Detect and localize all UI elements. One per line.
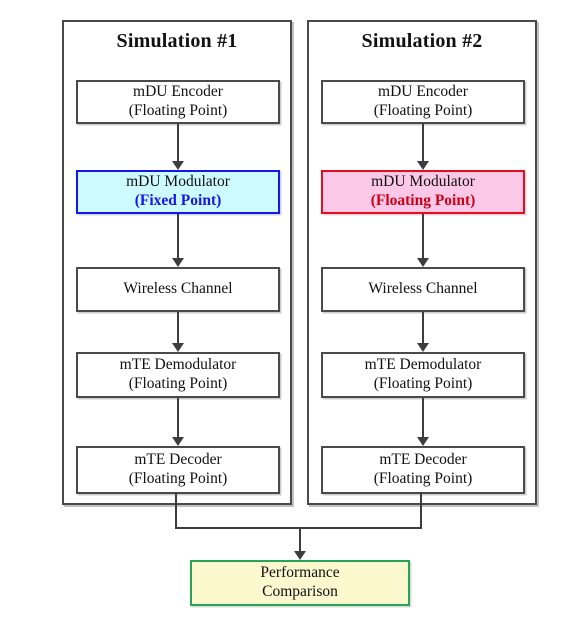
simulation-1-arrowhead-channel-to-demodulator xyxy=(172,343,184,352)
simulation-2-modulator-box: mDU Modulator (Floating Point) xyxy=(321,170,525,214)
simulation-1-encoder-label-line2: (Floating Point) xyxy=(128,102,228,119)
simulation-2-encoder-label-line1: mDU Encoder xyxy=(378,83,468,101)
simulation-1-demodulator-label-line1: mTE Demodulator xyxy=(119,356,237,374)
simulation-1-connector-channel-to-demodulator xyxy=(177,312,179,343)
simulation-1-channel-box: Wireless Channel xyxy=(76,267,280,312)
simulation-1-title: Simulation #1 xyxy=(116,30,238,52)
performance-comparison-label-line2: Comparison xyxy=(262,583,338,600)
simulation-1-demodulator-label-line2: (Floating Point) xyxy=(128,375,228,392)
simulation-2-demodulator-box: mTE Demodulator (Floating Point) xyxy=(321,352,525,398)
simulation-1-connector-demodulator-to-decoder xyxy=(177,398,179,437)
simulation-2-arrowhead-demodulator-to-decoder xyxy=(417,437,429,446)
simulation-2-decoder-label-line2: (Floating Point) xyxy=(373,470,473,487)
simulation-1-arrowhead-demodulator-to-decoder xyxy=(172,437,184,446)
simulation-1-decoder-label-line1: mTE Decoder xyxy=(134,451,222,469)
simulation-1-encoder-label-line1: mDU Encoder xyxy=(133,83,223,101)
performance-comparison-box: Performance Comparison xyxy=(190,560,410,606)
performance-comparison-label-line1: Performance xyxy=(260,564,340,582)
simulation-1-connector-modulator-to-channel xyxy=(177,214,179,258)
merge-arrowhead-to-performance xyxy=(294,551,306,560)
simulation-1-panel: Simulation #1 mDU Encoder (Floating Poin… xyxy=(62,20,292,505)
simulation-2-demodulator-label-line2: (Floating Point) xyxy=(373,375,473,392)
simulation-2-modulator-label-line2: (Floating Point) xyxy=(370,192,476,209)
simulation-1-decoder-box: mTE Decoder (Floating Point) xyxy=(76,446,280,494)
simulation-1-connector-encoder-to-modulator xyxy=(177,124,179,161)
merge-connector-center-drop xyxy=(299,527,301,551)
simulation-1-decoder-label-line2: (Floating Point) xyxy=(128,470,228,487)
simulation-1-arrowhead-encoder-to-modulator xyxy=(172,161,184,170)
simulation-2-decoder-label-line1: mTE Decoder xyxy=(379,451,467,469)
simulation-2-panel: Simulation #2 mDU Encoder (Floating Poin… xyxy=(307,20,537,505)
simulation-1-demodulator-box: mTE Demodulator (Floating Point) xyxy=(76,352,280,398)
simulation-1-modulator-label-line2: (Fixed Point) xyxy=(134,192,222,209)
simulation-2-decoder-box: mTE Decoder (Floating Point) xyxy=(321,446,525,494)
simulation-2-arrowhead-encoder-to-modulator xyxy=(417,161,429,170)
simulation-2-channel-label-line1: Wireless Channel xyxy=(368,280,478,298)
simulation-2-encoder-box: mDU Encoder (Floating Point) xyxy=(321,80,525,124)
simulation-1-modulator-box: mDU Modulator (Fixed Point) xyxy=(76,170,280,214)
simulation-2-connector-encoder-to-modulator xyxy=(422,124,424,161)
simulation-2-connector-demodulator-to-decoder xyxy=(422,398,424,437)
simulation-2-arrowhead-channel-to-demodulator xyxy=(417,343,429,352)
simulation-2-connector-modulator-to-channel xyxy=(422,214,424,258)
simulation-2-modulator-label-line1: mDU Modulator xyxy=(371,173,475,191)
simulation-1-modulator-label-line1: mDU Modulator xyxy=(126,173,230,191)
simulation-2-channel-box: Wireless Channel xyxy=(321,267,525,312)
flowchart-canvas: Simulation #1 mDU Encoder (Floating Poin… xyxy=(0,0,569,624)
merge-connector-right-drop xyxy=(420,492,422,528)
simulation-2-arrowhead-modulator-to-channel xyxy=(417,258,429,267)
simulation-1-channel-label-line1: Wireless Channel xyxy=(123,280,233,298)
merge-connector-left-drop xyxy=(175,492,177,528)
simulation-2-demodulator-label-line1: mTE Demodulator xyxy=(364,356,482,374)
simulation-1-arrowhead-modulator-to-channel xyxy=(172,258,184,267)
simulation-2-encoder-label-line2: (Floating Point) xyxy=(373,102,473,119)
simulation-1-encoder-box: mDU Encoder (Floating Point) xyxy=(76,80,280,124)
simulation-2-connector-channel-to-demodulator xyxy=(422,312,424,343)
simulation-2-title: Simulation #2 xyxy=(361,30,483,52)
